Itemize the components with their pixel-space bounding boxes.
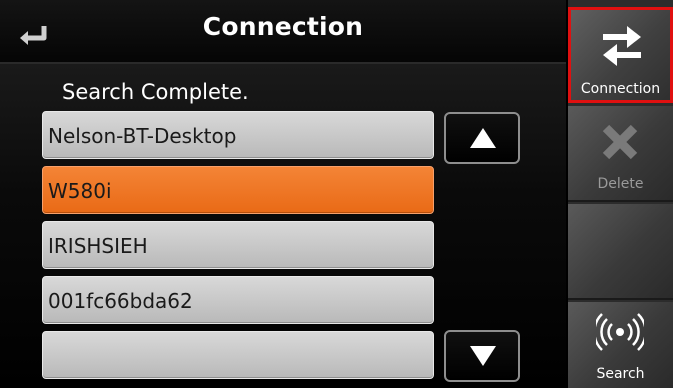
connection-button-label: Connection <box>580 81 661 97</box>
delete-button[interactable]: Delete <box>568 106 673 202</box>
device-item-empty[interactable] <box>42 331 434 379</box>
delete-button-label: Delete <box>597 176 644 192</box>
device-item-selected[interactable]: W580i <box>42 166 434 214</box>
connection-screen: Connection Search Complete. Nelson-BT-De… <box>0 0 673 388</box>
search-button[interactable]: Search <box>568 302 673 388</box>
signal-waves-icon <box>596 313 644 351</box>
page-title: Connection <box>202 12 364 41</box>
device-item[interactable]: IRISHSIEH <box>42 221 434 269</box>
triangle-down-icon <box>470 346 496 366</box>
device-item[interactable]: Nelson-BT-Desktop <box>42 111 434 159</box>
search-button-label: Search <box>596 366 645 382</box>
device-list-area: Search Complete. Nelson-BT-Desktop W580i… <box>0 64 566 388</box>
triangle-up-icon <box>470 128 496 148</box>
device-name: IRISHSIEH <box>48 234 148 258</box>
scroll-down-button[interactable] <box>444 330 520 382</box>
search-status: Search Complete. <box>62 80 249 104</box>
x-icon <box>602 124 638 160</box>
device-name: Nelson-BT-Desktop <box>48 124 237 148</box>
device-name: W580i <box>48 179 112 203</box>
swap-arrows-icon <box>603 26 641 66</box>
device-item[interactable]: 001fc66bda62 <box>42 276 434 324</box>
action-sidebar: Connection Delete Search <box>568 0 673 388</box>
connection-button[interactable]: Connection <box>568 7 673 103</box>
device-name: 001fc66bda62 <box>48 289 193 313</box>
header-bar: Connection <box>0 0 566 64</box>
scroll-up-button[interactable] <box>444 112 520 164</box>
blank-button[interactable] <box>568 204 673 300</box>
